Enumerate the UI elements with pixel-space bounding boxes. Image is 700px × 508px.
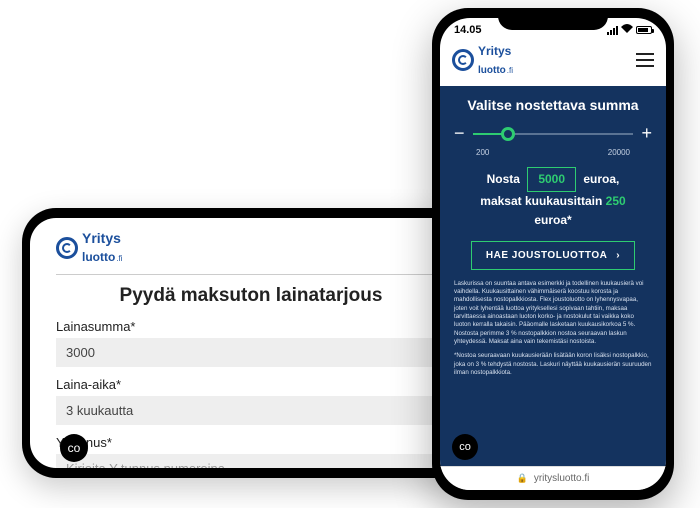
ytunnus-input[interactable]: [56, 454, 446, 468]
device-notch: [498, 8, 608, 30]
wifi-icon: [621, 24, 633, 36]
term-input[interactable]: [56, 396, 446, 425]
plus-button[interactable]: +: [641, 123, 652, 144]
apply-button-label: HAE JOUSTOLUOTTOA: [486, 250, 607, 261]
accessibility-badge-icon[interactable]: c⁠o: [452, 434, 478, 460]
amount-input[interactable]: [56, 338, 446, 367]
logo-spiral-icon: [56, 237, 78, 259]
app-topbar: Yritys luotto.fi: [440, 38, 666, 87]
fineprint-2: *Nostoa seuraavaan kuukausierään lisätää…: [454, 352, 652, 377]
term-label: Laina-aika*: [56, 377, 446, 392]
battery-icon: [636, 26, 652, 34]
phone-portrait: 14.05 Yritys luotto.fi Valitse nostettav…: [432, 8, 674, 500]
logo-spiral-icon: [452, 49, 474, 71]
brand-suffix: .fi: [507, 66, 513, 75]
amount-slider: − +: [454, 123, 652, 144]
panel-heading: Valitse nostettava summa: [454, 97, 652, 113]
ytunnus-label: Y-tunnus*: [56, 435, 446, 450]
summary-prefix: Nosta: [487, 172, 520, 186]
apply-button[interactable]: HAE JOUSTOLUOTTOA ›: [471, 241, 635, 270]
status-time: 14.05: [454, 24, 482, 36]
brand-suffix: .fi: [116, 254, 122, 263]
status-icons: [607, 24, 652, 36]
phone-landscape: Yritys luotto.fi Pyydä maksuton lainatar…: [22, 208, 474, 478]
browser-urlbar[interactable]: 🔒 yritysluotto.fi: [440, 466, 666, 490]
slider-min: 200: [476, 148, 489, 157]
summary-line2a: maksat kuukausittain: [480, 194, 602, 208]
calculator-panel: Valitse nostettava summa − + 200 20000 N…: [440, 87, 666, 466]
summary-after-amount: euroa,: [583, 172, 619, 186]
landscape-screen: Yritys luotto.fi Pyydä maksuton lainatar…: [30, 218, 466, 468]
slider-range-labels: 200 20000: [454, 144, 652, 157]
form-heading: Pyydä maksuton lainatarjous: [56, 285, 446, 307]
brand-line2: luotto: [478, 65, 506, 76]
portrait-screen: 14.05 Yritys luotto.fi Valitse nostettav…: [440, 18, 666, 490]
chevron-right-icon: ›: [616, 250, 620, 261]
lock-icon: 🔒: [517, 473, 528, 484]
summary-monthly: 250: [606, 194, 626, 208]
hamburger-menu-icon[interactable]: [636, 53, 654, 67]
slider-max: 20000: [608, 148, 630, 157]
amount-label: Lainasumma*: [56, 319, 446, 334]
brand-line1: Yritys: [478, 44, 511, 58]
summary-line2b: euroa*: [534, 213, 571, 227]
brand-logo: Yritys luotto.fi: [56, 230, 446, 266]
url-text: yritysluotto.fi: [534, 473, 590, 484]
fineprint: Laskurissa on suuntaa antava esimerkki j…: [454, 280, 652, 378]
accessibility-badge-icon[interactable]: c⁠o: [60, 434, 88, 462]
summary-text: Nosta 5000 euroa, maksat kuukausittain 2…: [454, 167, 652, 231]
divider: [56, 274, 446, 275]
fineprint-1: Laskurissa on suuntaa antava esimerkki j…: [454, 280, 652, 347]
slider-knob[interactable]: [501, 127, 515, 141]
brand-line2: luotto: [82, 250, 115, 264]
signal-icon: [607, 26, 618, 35]
minus-button[interactable]: −: [454, 123, 465, 144]
brand-line1: Yritys: [82, 230, 121, 246]
slider-track[interactable]: [473, 133, 634, 135]
summary-amount[interactable]: 5000: [527, 167, 576, 192]
brand-logo: Yritys luotto.fi: [452, 42, 513, 78]
